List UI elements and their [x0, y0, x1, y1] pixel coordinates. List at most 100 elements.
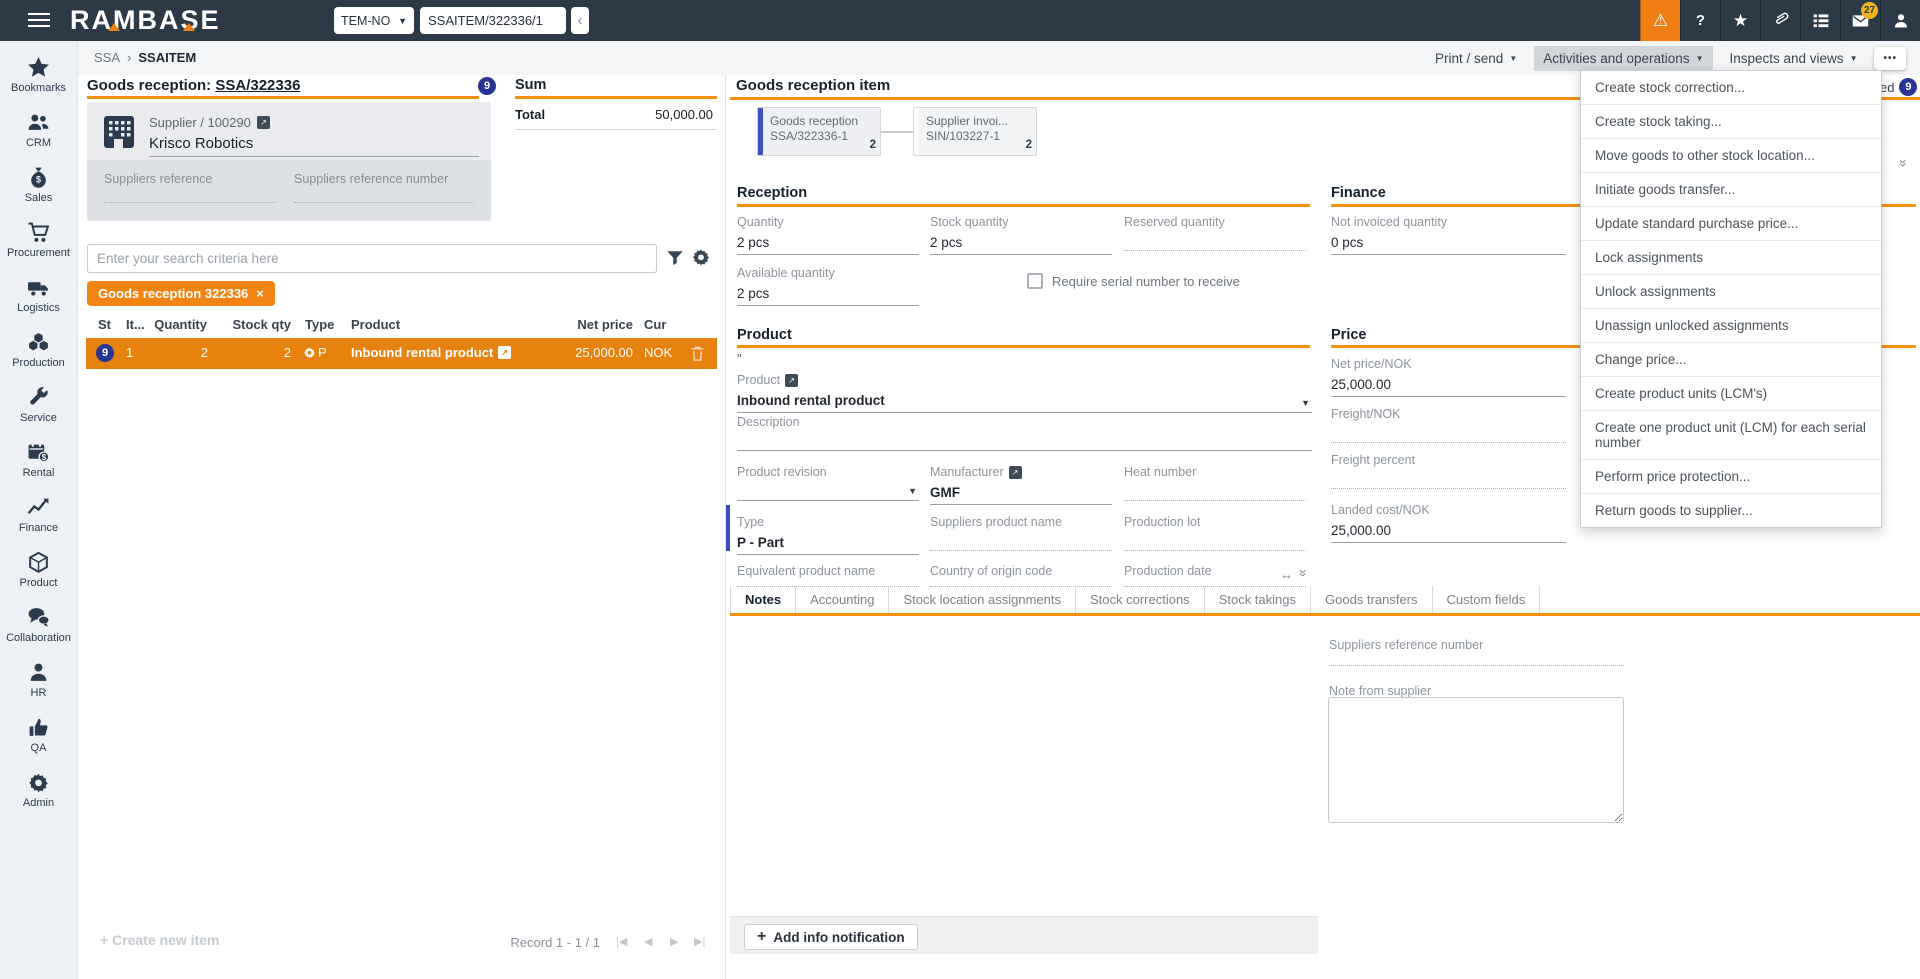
tab-accounting[interactable]: Accounting	[796, 586, 889, 613]
product-revision-field[interactable]: Product revision ▼	[737, 465, 919, 501]
heat-number-field[interactable]: Heat number	[1124, 465, 1306, 501]
mail-icon[interactable]: 27	[1840, 0, 1880, 41]
filter-icon[interactable]	[666, 249, 684, 267]
tab-custom-fields[interactable]: Custom fields	[1433, 586, 1541, 613]
sidebar-item-production[interactable]: Production	[0, 322, 77, 377]
back-button[interactable]: ‹	[571, 7, 589, 34]
sidebar-item-finance[interactable]: Finance	[0, 487, 77, 542]
manufacturer-field[interactable]: Manufacturer↗ GMF	[930, 465, 1112, 505]
freight-percent-field[interactable]: Freight percent	[1331, 453, 1566, 489]
type-field[interactable]: TypeP - Part	[737, 515, 919, 555]
open-supplier-icon[interactable]: ↗	[257, 116, 270, 129]
open-product-icon[interactable]: ↗	[498, 346, 511, 359]
attachment-icon[interactable]	[1760, 0, 1800, 41]
resize-horizontal-icon[interactable]: ↔	[1280, 567, 1293, 582]
menu-item-create-one-product-unit[interactable]: Create one product unit (LCM) for each s…	[1581, 410, 1881, 459]
menu-item-initiate-goods-transfer[interactable]: Initiate goods transfer...	[1581, 172, 1881, 206]
expand-chevron-icon[interactable]: »	[1296, 569, 1312, 577]
warning-icon[interactable]: ⚠	[1640, 0, 1680, 41]
menu-item-move-goods[interactable]: Move goods to other stock location...	[1581, 138, 1881, 172]
sidebar-item-sales[interactable]: $ Sales	[0, 157, 77, 212]
menu-item-unassign-unlocked-assignments[interactable]: Unassign unlocked assignments	[1581, 308, 1881, 342]
sidebar-item-procurement[interactable]: Procurement	[0, 212, 77, 267]
pager-first-icon[interactable]: |◀	[616, 935, 627, 948]
item-search-input[interactable]	[87, 244, 657, 273]
menu-item-return-goods-to-supplier[interactable]: Return goods to supplier...	[1581, 493, 1881, 527]
table-row[interactable]: 9 1 2 2 P Inbound rental product ↗ 25,00…	[86, 338, 717, 369]
menu-item-create-stock-taking[interactable]: Create stock taking...	[1581, 104, 1881, 138]
global-search-input[interactable]	[420, 7, 566, 34]
suppliers-ref-number-input[interactable]	[1329, 665, 1624, 666]
suppliers-reference-number-field[interactable]	[294, 202, 474, 203]
suppliers-product-name-field[interactable]: Suppliers product name	[930, 515, 1112, 551]
sidebar-item-rental[interactable]: $ Rental	[0, 432, 77, 487]
sidebar-item-service[interactable]: Service	[0, 377, 77, 432]
flow-node-supplier-invoice[interactable]: Supplier invoi... SIN/103227-1 2	[913, 107, 1037, 156]
equivalent-product-name-field[interactable]: Equivalent product name	[737, 564, 919, 587]
description-field[interactable]: Description	[737, 415, 1312, 451]
sidebar-item-crm[interactable]: CRM	[0, 102, 77, 157]
supplier-card[interactable]: Supplier / 100290↗ Krisco Robotics Suppl…	[87, 102, 491, 221]
menu-item-create-product-units[interactable]: Create product units (LCM's)	[1581, 376, 1881, 410]
product-field[interactable]: Product↗ Inbound rental product ▼	[737, 373, 1312, 413]
filter-chip[interactable]: Goods reception 322336 ×	[87, 281, 275, 306]
hamburger-menu-icon[interactable]	[28, 13, 50, 31]
net-price-field[interactable]: Net price/NOK25,000.00	[1331, 357, 1566, 397]
country-of-origin-field[interactable]: Country of origin code	[930, 564, 1112, 587]
sidebar-item-product[interactable]: Product	[0, 542, 77, 597]
add-info-notification-button[interactable]: + Add info notification	[744, 924, 918, 950]
pager-previous-icon[interactable]: ◀	[644, 935, 652, 948]
open-product-icon[interactable]: ↗	[785, 374, 798, 387]
available-quantity-field[interactable]: Available quantity2 pcs	[737, 266, 919, 306]
menu-item-lock-assignments[interactable]: Lock assignments	[1581, 240, 1881, 274]
goods-reception-link[interactable]: SSA/322336	[215, 77, 300, 94]
reserved-quantity-field[interactable]: Reserved quantity	[1124, 215, 1306, 251]
menu-item-update-standard-purchase-price[interactable]: Update standard purchase price...	[1581, 206, 1881, 240]
module-selector[interactable]: TEM-NO ▼	[334, 7, 414, 34]
menu-item-create-stock-correction[interactable]: Create stock correction...	[1581, 71, 1881, 104]
tab-goods-transfers[interactable]: Goods transfers	[1311, 586, 1433, 613]
more-options-button[interactable]: •••	[1874, 47, 1906, 70]
sidebar-item-qa[interactable]: QA	[0, 707, 77, 762]
sidebar-item-logistics[interactable]: Logistics	[0, 267, 77, 322]
suppliers-reference-field[interactable]	[104, 202, 276, 203]
note-from-supplier-textarea[interactable]	[1328, 697, 1624, 823]
chevron-down-icon[interactable]: ▼	[908, 486, 917, 496]
require-serial-checkbox[interactable]	[1027, 273, 1043, 289]
user-icon[interactable]	[1880, 0, 1920, 41]
sidebar-item-collaboration[interactable]: Collaboration	[0, 597, 77, 652]
production-date-field[interactable]: Production date	[1124, 564, 1306, 587]
trash-icon[interactable]	[690, 345, 705, 362]
stock-quantity-field[interactable]: Stock quantity2 pcs	[930, 215, 1112, 255]
flow-node-goods-reception[interactable]: Goods reception SSA/322336-1 2	[757, 107, 881, 156]
tab-stock-location-assignments[interactable]: Stock location assignments	[889, 586, 1076, 613]
close-icon[interactable]: ×	[256, 286, 264, 301]
sidebar-item-hr[interactable]: HR	[0, 652, 77, 707]
chevron-down-icon[interactable]: ▼	[1301, 398, 1310, 408]
inspects-views-menu-button[interactable]: Inspects and views▼	[1721, 46, 1867, 71]
activities-operations-menu-button[interactable]: Activities and operations▼	[1534, 46, 1712, 71]
quantity-field[interactable]: Quantity2 pcs	[737, 215, 919, 255]
freight-field[interactable]: Freight/NOK	[1331, 407, 1566, 443]
collapse-chevron-icon[interactable]: »	[1896, 159, 1912, 167]
menu-item-change-price[interactable]: Change price...	[1581, 342, 1881, 376]
sidebar-item-bookmarks[interactable]: Bookmarks	[0, 47, 77, 102]
breadcrumb-parent[interactable]: SSA	[94, 50, 120, 65]
sidebar-item-admin[interactable]: Admin	[0, 762, 77, 817]
tab-stock-corrections[interactable]: Stock corrections	[1076, 586, 1205, 613]
help-icon[interactable]: ?	[1680, 0, 1720, 41]
favorites-icon[interactable]: ★	[1720, 0, 1760, 41]
menu-item-perform-price-protection[interactable]: Perform price protection...	[1581, 459, 1881, 493]
settings-gear-icon[interactable]	[691, 247, 711, 267]
app-logo[interactable]: RAMBASE	[70, 5, 221, 36]
pager-next-icon[interactable]: ▶	[670, 935, 678, 948]
open-manufacturer-icon[interactable]: ↗	[1009, 466, 1022, 479]
landed-cost-field[interactable]: Landed cost/NOK25,000.00	[1331, 503, 1566, 543]
print-send-menu-button[interactable]: Print / send▼	[1426, 46, 1526, 71]
menu-item-unlock-assignments[interactable]: Unlock assignments	[1581, 274, 1881, 308]
not-invoiced-quantity-field[interactable]: Not invoiced quantity0 pcs	[1331, 215, 1566, 255]
pager-last-icon[interactable]: ▶|	[694, 935, 705, 948]
production-lot-field[interactable]: Production lot	[1124, 515, 1306, 551]
list-icon[interactable]	[1800, 0, 1840, 41]
tab-notes[interactable]: Notes	[730, 586, 796, 613]
